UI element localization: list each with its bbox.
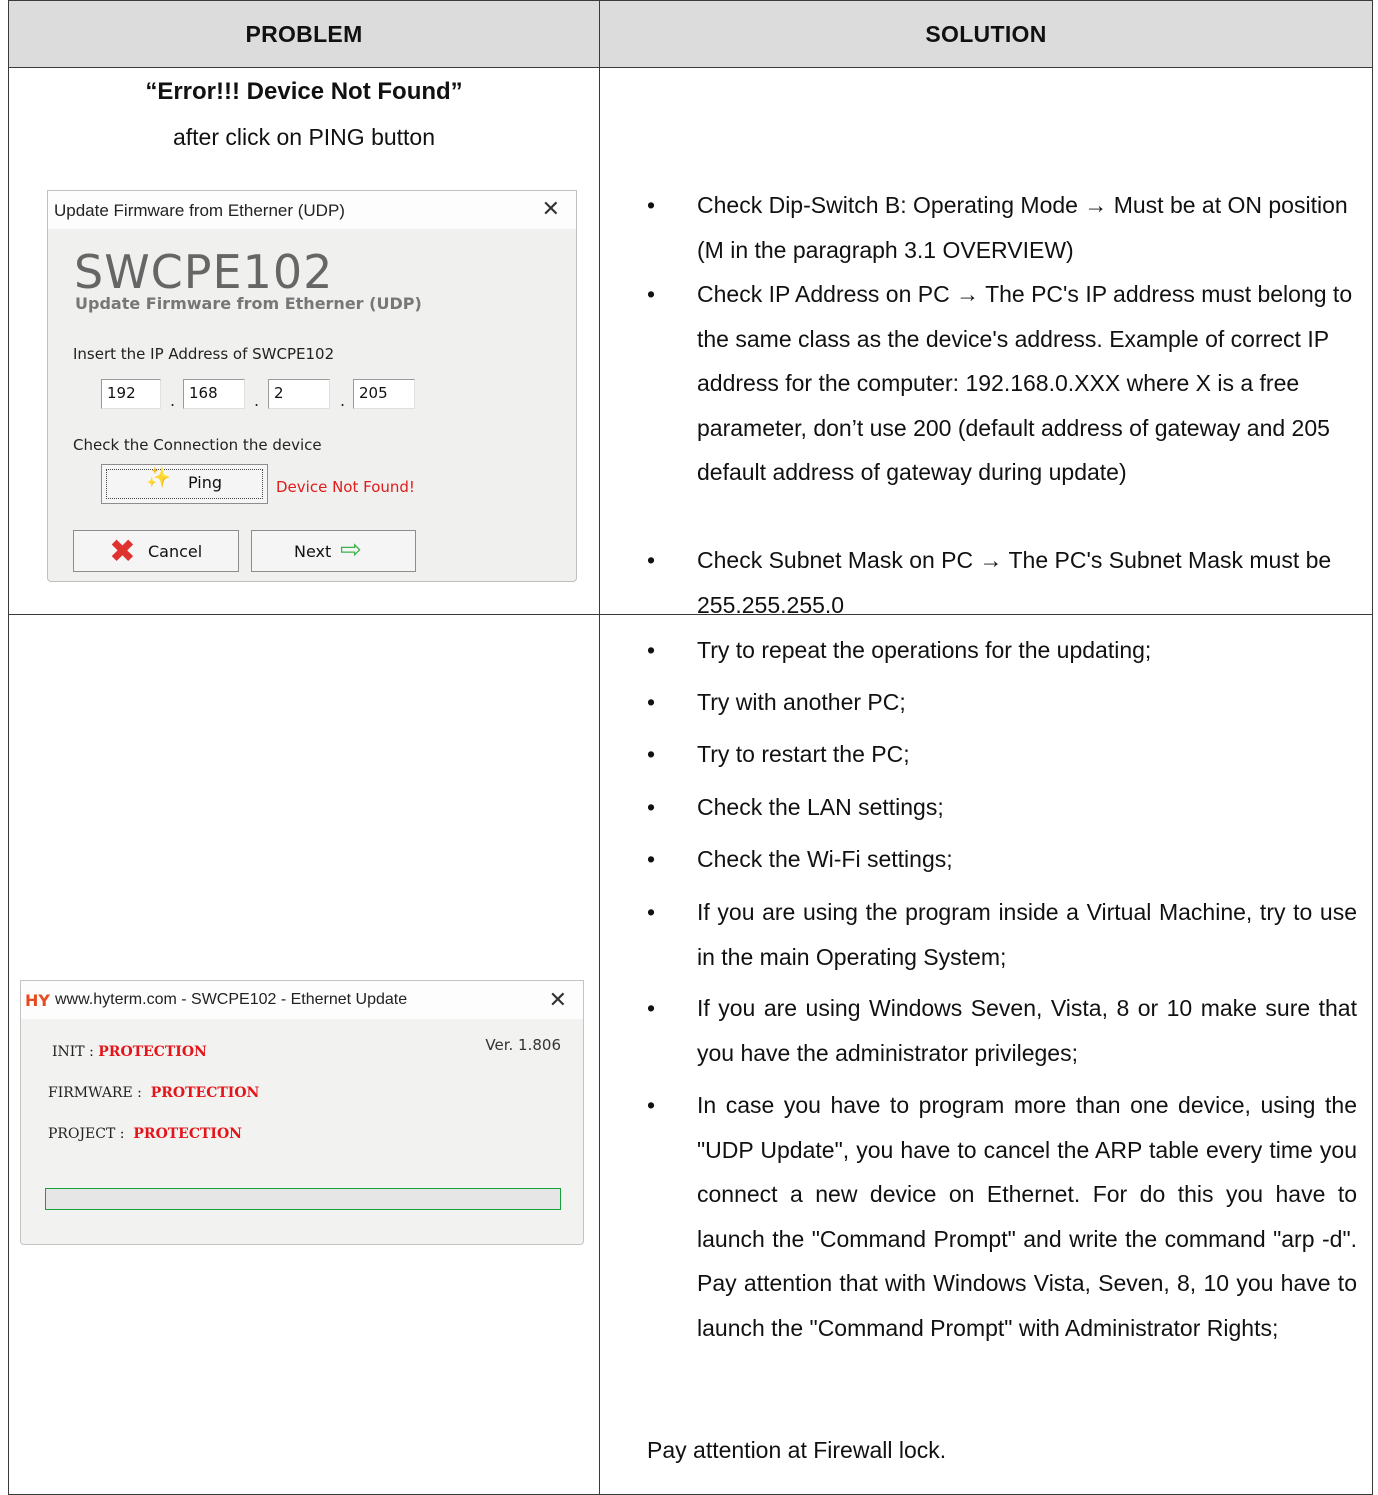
header-problem: PROBLEM (8, 0, 600, 68)
ip-dot: . (254, 391, 260, 410)
solution-text: In case you have to program more than on… (697, 1092, 1357, 1341)
cancel-x-icon: ✖ (109, 532, 136, 570)
ping-label: Ping (188, 473, 223, 492)
close-icon: ✕ (548, 987, 567, 1012)
table-row: “Error!!! Device Not Found” after click … (8, 67, 1373, 618)
bullet: • (647, 794, 656, 820)
table-header-row: PROBLEM SOLUTION (8, 0, 1373, 68)
init-row: INIT : PROTECTION (52, 1044, 207, 1060)
ip-label: Insert the IP Address of SWCPE102 (73, 345, 335, 363)
table-row: HY www.hyterm.com - SWCPE102 - Ethernet … (8, 614, 1373, 1495)
hyterm-logo: HY (25, 991, 50, 1010)
bullet: • (647, 637, 656, 663)
init-label: INIT : (52, 1044, 94, 1060)
close-icon: ✕ (541, 197, 560, 222)
firewall-note: Pay attention at Firewall lock. (647, 1437, 947, 1463)
device-status: Device Not Found! (276, 478, 415, 496)
cancel-label: Cancel (148, 542, 203, 561)
ip-octet-4: 205 (353, 379, 415, 409)
solution-text: If you are using Windows Seven, Vista, 8… (697, 995, 1357, 1066)
bullet: • (647, 899, 656, 925)
solution-cell: • Check Dip-Switch B: Operating Mode → M… (599, 67, 1373, 618)
problem-subtitle: after click on PING button (172, 124, 436, 150)
project-row: PROJECT : PROTECTION (48, 1126, 242, 1142)
solution-text: Try with another PC; (697, 689, 906, 715)
problem-title: “Error!!! Device Not Found” (145, 78, 463, 105)
focus-outline (106, 469, 263, 499)
bullet: • (647, 689, 656, 715)
version-label: Ver. 1.806 (485, 1036, 561, 1054)
solution-text: If you are using the program inside a Vi… (697, 899, 1357, 970)
progress-bar (45, 1188, 561, 1210)
firmware-row: FIRMWARE : PROTECTION (48, 1085, 259, 1101)
solution-text: Check IP Address on PC → The PC's IP add… (697, 281, 1353, 485)
ping-button: ✨ Ping (101, 464, 268, 504)
bullet: • (647, 281, 656, 307)
dialog-title: Update Firmware from Etherner (UDP) (54, 201, 345, 220)
right-arrow-icon: ⇨ (340, 535, 362, 565)
next-label: Next (294, 542, 332, 561)
bullet: • (647, 1092, 656, 1118)
bullet: • (647, 192, 656, 218)
solution-text: Check Dip-Switch B: Operating Mode → Mus… (697, 192, 1348, 263)
troubleshooting-table: PROBLEM SOLUTION “Error!!! Device Not Fo… (8, 0, 1373, 1495)
solution-text: Try to restart the PC; (697, 741, 910, 767)
ip-octet-1: 192 (101, 379, 161, 409)
ethernet-update-dialog-screenshot: HY www.hyterm.com - SWCPE102 - Ethernet … (20, 980, 584, 1245)
bullet: • (647, 547, 656, 573)
solution-text: Try to repeat the operations for the upd… (697, 637, 1152, 663)
check-connection-label: Check the Connection the device (73, 436, 322, 454)
problem-cell: HY www.hyterm.com - SWCPE102 - Ethernet … (8, 614, 600, 1495)
ip-dot: . (340, 391, 346, 410)
bullet: • (647, 741, 656, 767)
project-value: PROTECTION (133, 1126, 242, 1142)
dialog-title: www.hyterm.com - SWCPE102 - Ethernet Upd… (55, 991, 408, 1008)
header-solution: SOLUTION (599, 0, 1373, 68)
bullet: • (647, 846, 656, 872)
firmware-value: PROTECTION (150, 1085, 260, 1101)
bullet: • (647, 995, 656, 1021)
firmware-label: FIRMWARE : (48, 1085, 142, 1101)
dialog-titlebar: Update Firmware from Etherner (UDP) ✕ (48, 191, 576, 229)
dialog-titlebar: HY www.hyterm.com - SWCPE102 - Ethernet … (21, 981, 583, 1019)
app-subtitle: Update Firmware from Etherner (UDP) (75, 294, 422, 313)
project-label: PROJECT : (48, 1126, 125, 1142)
init-value: PROTECTION (98, 1044, 207, 1060)
magic-wand-icon: ✨ (146, 465, 171, 489)
solution-text: Check the LAN settings; (697, 794, 944, 820)
ip-octet-3: 2 (268, 379, 330, 409)
update-firmware-dialog-screenshot: Update Firmware from Etherner (UDP) ✕ SW… (47, 190, 577, 582)
cancel-button: ✖ Cancel (73, 530, 239, 572)
problem-cell: “Error!!! Device Not Found” after click … (8, 67, 600, 615)
next-button: Next ⇨ (251, 530, 416, 572)
solution-text: Check the Wi-Fi settings; (697, 846, 953, 872)
app-name: SWCPE102 (74, 245, 334, 299)
ip-octet-2: 168 (183, 379, 245, 409)
ip-dot: . (170, 391, 176, 410)
solution-cell: • Try to repeat the operations for the u… (599, 614, 1373, 1495)
